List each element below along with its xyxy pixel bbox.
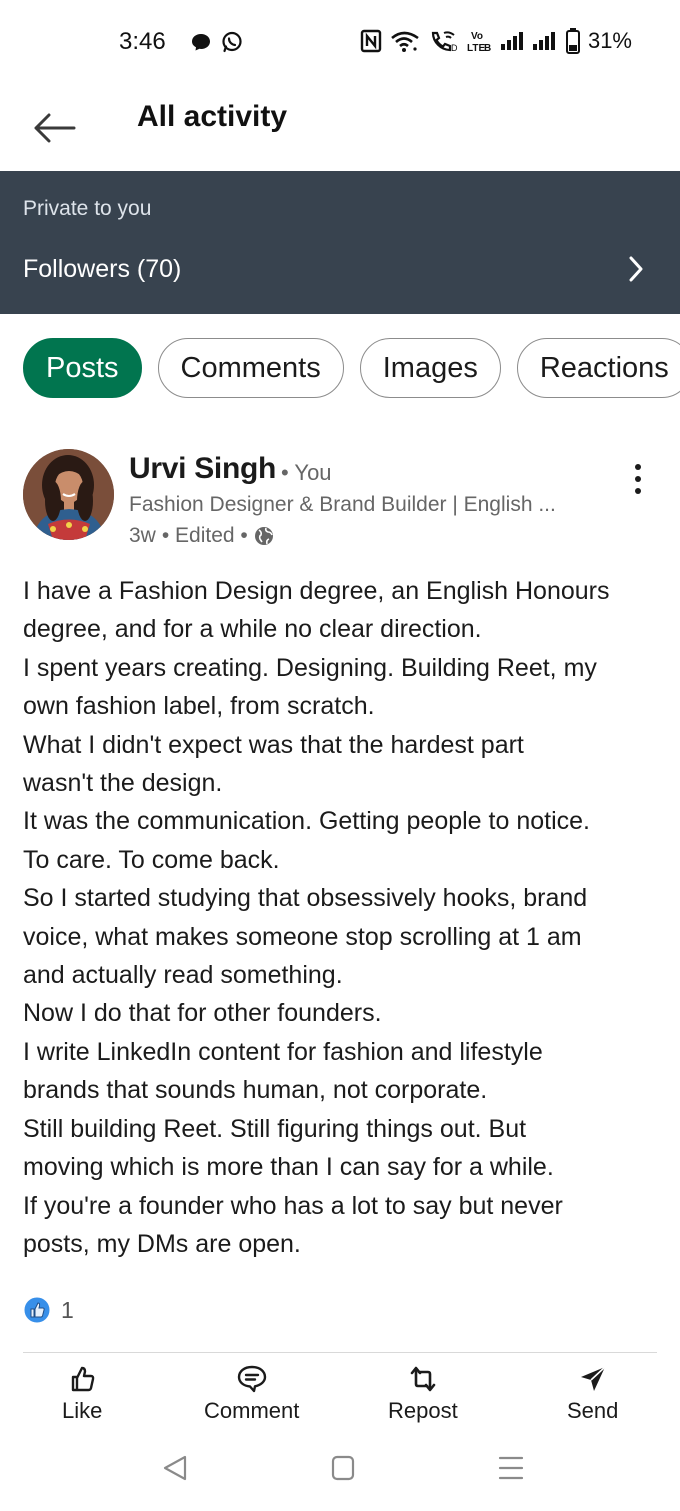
post-line: moving which is more than I can say for … xyxy=(23,1153,554,1182)
tab-reactions[interactable]: Reactions xyxy=(516,338,680,398)
post-line: I have a Fashion Design degree, an Engli… xyxy=(23,577,610,605)
post-edited-label: • Edited • xyxy=(161,524,248,547)
more-dot xyxy=(635,464,641,470)
svg-text:D: D xyxy=(451,43,458,53)
status-system-icons: D Vo LTE B 31% xyxy=(360,28,632,54)
post-body: I have a Fashion Design degree, an Engli… xyxy=(23,572,663,1263)
avatar-photo xyxy=(23,449,114,540)
avatar[interactable] xyxy=(23,449,114,540)
repost-button[interactable]: Repost xyxy=(388,1364,458,1424)
post-line: I spent years creating. Designing. Build… xyxy=(23,653,597,682)
status-notification-icons xyxy=(190,30,244,54)
post-age: 3w xyxy=(129,524,156,547)
back-button[interactable] xyxy=(26,100,82,156)
post-divider xyxy=(23,1352,657,1353)
post-line: wasn't the design. xyxy=(23,769,223,798)
tab-comments[interactable]: Comments xyxy=(157,338,344,398)
chat-bubble-icon xyxy=(192,34,210,51)
app-header: All activity xyxy=(0,86,680,172)
nfc-icon xyxy=(360,29,382,53)
comment-icon xyxy=(237,1365,266,1393)
nav-home-icon[interactable] xyxy=(330,1454,356,1482)
more-dot xyxy=(635,488,641,494)
post-line: own fashion label, from scratch. xyxy=(23,692,375,721)
author-headline: Fashion Designer & Brand Builder | Engli… xyxy=(129,493,556,516)
post-line: So I started studying that obsessively h… xyxy=(23,884,588,913)
system-nav-bar xyxy=(0,1440,680,1511)
like-reaction-icon xyxy=(23,1296,51,1324)
banner-followers-count: Followers (70) xyxy=(23,255,182,283)
nav-menu-icon[interactable] xyxy=(498,1454,524,1482)
battery-icon xyxy=(565,28,580,54)
globe-icon xyxy=(254,527,273,545)
like-button[interactable]: Like xyxy=(62,1364,102,1424)
post-line: To care. To come back. xyxy=(23,845,280,874)
wifi-call-icon: D xyxy=(431,31,458,53)
repost-label: Repost xyxy=(388,1398,458,1423)
thumbs-up-icon xyxy=(71,1366,95,1392)
post-line: voice, what makes someone stop scrolling… xyxy=(23,922,582,951)
repost-icon xyxy=(410,1366,436,1392)
reaction-count: 1 xyxy=(61,1296,74,1323)
whatsapp-icon xyxy=(222,31,242,53)
post-author-name[interactable]: Urvi Singh xyxy=(129,452,276,486)
banner-private-label: Private to you xyxy=(23,197,152,220)
volte-icon: Vo LTE B xyxy=(467,31,491,54)
volte-sim-label: B xyxy=(484,43,491,54)
post-line: and actually read something. xyxy=(23,961,343,990)
send-label: Send xyxy=(567,1398,619,1423)
status-time: 3:46 xyxy=(119,28,166,55)
more-dot xyxy=(635,476,641,482)
battery-percent: 31% xyxy=(587,28,632,53)
volte-top-label: Vo xyxy=(471,31,483,42)
arrow-left-icon xyxy=(34,113,76,143)
nav-back-icon[interactable] xyxy=(162,1454,188,1482)
like-label: Like xyxy=(62,1398,103,1423)
chevron-right-icon xyxy=(629,256,643,282)
tab-images[interactable]: Images xyxy=(359,338,501,398)
post-line: brands that sounds human, not corporate. xyxy=(23,1076,488,1105)
post-meta: 3w • Edited • xyxy=(129,524,274,548)
activity-filter-tabs: Posts Comments Images Reactions xyxy=(23,338,680,398)
post-line: I write LinkedIn content for fashion and… xyxy=(23,1037,543,1066)
post-line: posts, my DMs are open. xyxy=(23,1229,301,1258)
post-actions: Like Comment Repost Send xyxy=(0,1364,680,1438)
comment-label: Comment xyxy=(204,1398,300,1423)
send-icon xyxy=(580,1366,606,1391)
followers-banner[interactable]: Private to you Followers (70) xyxy=(0,171,680,314)
wifi-icon xyxy=(391,31,419,52)
post-more-options-button[interactable] xyxy=(620,456,656,502)
comment-button[interactable]: Comment xyxy=(204,1364,299,1424)
page-title: All activity xyxy=(137,100,288,133)
status-bar: 3:46 D Vo LTE B 31% xyxy=(0,0,680,86)
reactions-summary[interactable]: 1 xyxy=(23,1296,74,1324)
signal-icon xyxy=(500,32,523,50)
post-line: Still building Reet. Still figuring thin… xyxy=(23,1114,527,1143)
post-line: degree, and for a while no clear directi… xyxy=(23,615,482,644)
post-line: Now I do that for other founders. xyxy=(23,999,382,1028)
author-you-label: • You xyxy=(281,460,332,485)
post-line: What I didn't expect was that the hardes… xyxy=(23,730,524,759)
volte-bottom-label: LTE xyxy=(467,43,485,54)
send-button[interactable]: Send xyxy=(567,1364,618,1424)
tab-posts[interactable]: Posts xyxy=(23,338,142,398)
post-line: It was the communication. Getting people… xyxy=(23,807,590,836)
post-line: If you're a founder who has a lot to say… xyxy=(23,1191,563,1220)
signal-icon xyxy=(532,32,555,50)
